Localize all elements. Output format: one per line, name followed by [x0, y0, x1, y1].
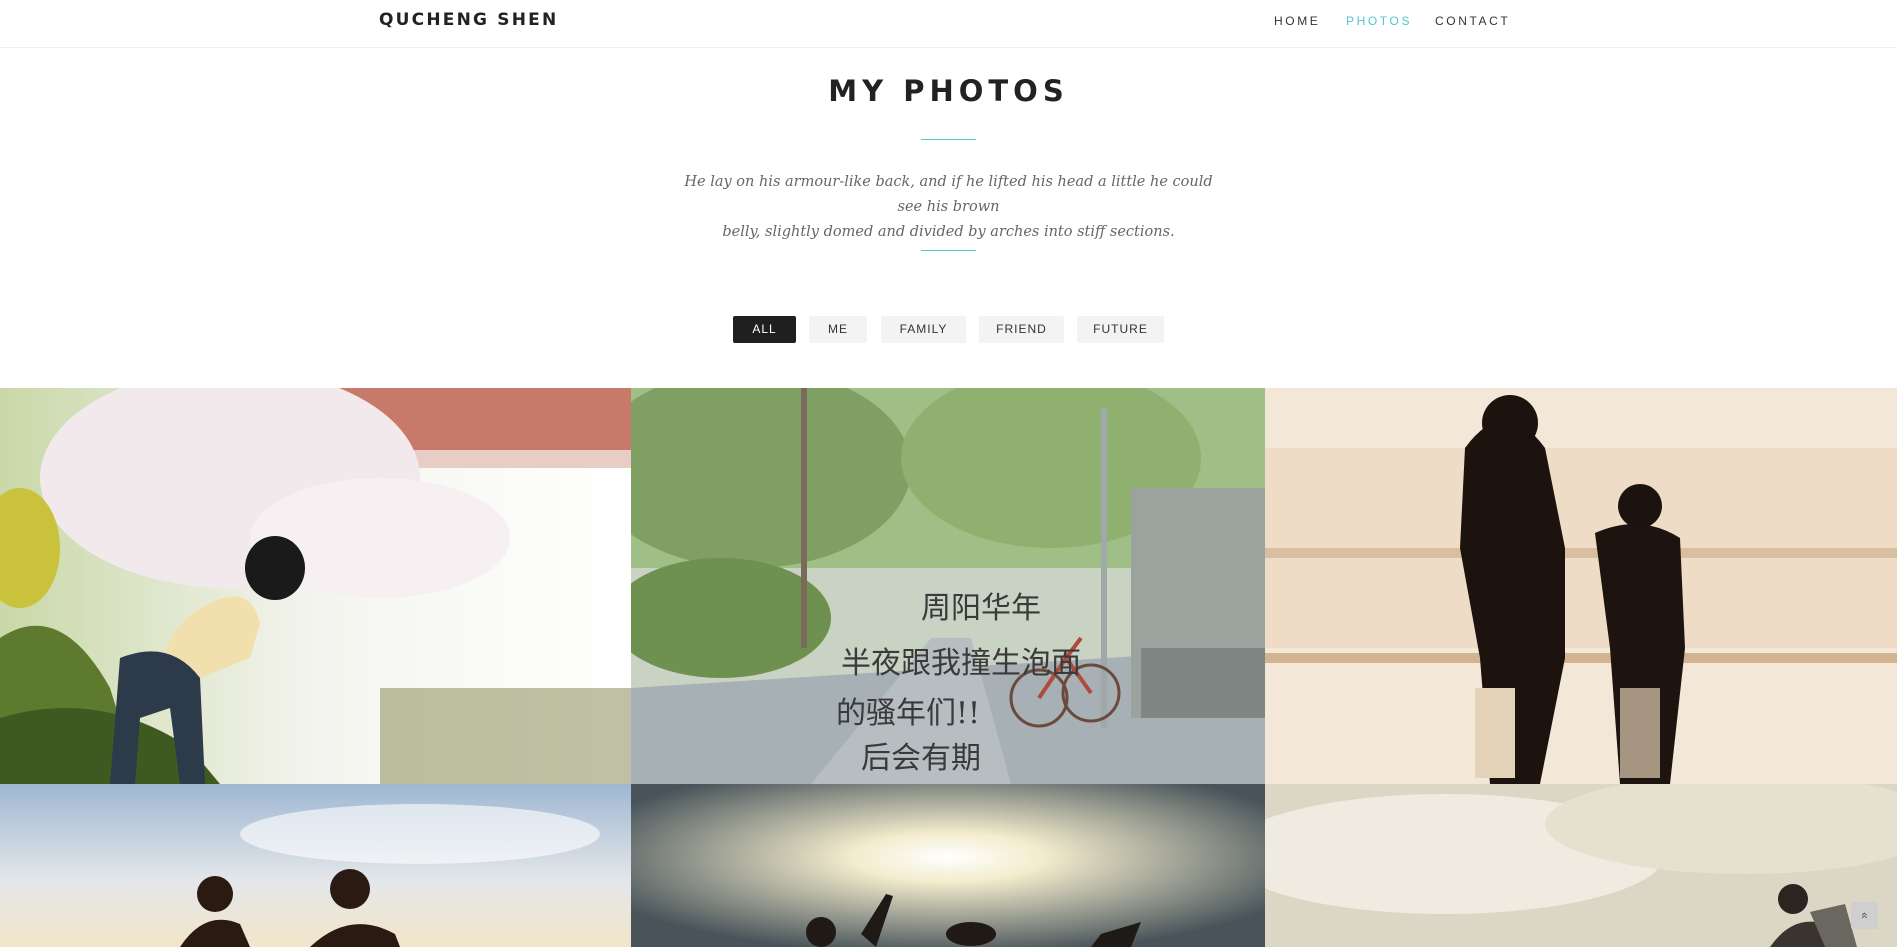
intro-line-1: He lay on his armour-like back, and if h…: [684, 174, 1213, 215]
photo-gallery: 周阳华年 半夜跟我撞生泡面 的骚年们!! 后会有期: [0, 388, 1897, 947]
nav-photos[interactable]: PHOTOS: [1346, 14, 1412, 28]
photo-caption-line-3: 的骚年们!!: [836, 696, 980, 731]
filter-all[interactable]: ALL: [733, 316, 796, 343]
nav-contact[interactable]: CONTACT: [1435, 14, 1510, 28]
title-divider-top: [921, 139, 976, 140]
scroll-to-top-button[interactable]: «: [1851, 902, 1878, 929]
filter-friend[interactable]: FRIEND: [979, 316, 1064, 343]
filter-me[interactable]: ME: [809, 316, 867, 343]
main-nav: HOME PHOTOS CONTACT: [0, 14, 1897, 34]
photo-filter-bar: ALL ME FAMILY FRIEND FUTURE: [0, 316, 1897, 343]
photo-caption-line-2: 半夜跟我撞生泡面: [841, 646, 1081, 681]
top-navbar: QUCHENG SHEN HOME PHOTOS CONTACT: [0, 0, 1897, 48]
photo-caption-line-1: 周阳华年: [921, 591, 1041, 626]
nav-home[interactable]: HOME: [1274, 14, 1320, 28]
filter-family[interactable]: FAMILY: [881, 316, 966, 343]
photo-child-cherry-blossoms[interactable]: [0, 388, 631, 784]
double-chevron-up-icon: «: [1858, 912, 1872, 919]
title-divider-bottom: [921, 250, 976, 251]
photo-silhouettes-sea[interactable]: [1265, 388, 1897, 784]
photo-street-bicycle[interactable]: 周阳华年 半夜跟我撞生泡面 的骚年们!! 后会有期: [631, 388, 1265, 784]
page-title: MY PHOTOS: [828, 74, 1069, 108]
photo-friends-sun[interactable]: [631, 784, 1265, 947]
filter-future[interactable]: FUTURE: [1077, 316, 1164, 343]
photo-caption-line-4: 后会有期: [861, 741, 981, 776]
photo-hiker-clouds[interactable]: [1265, 784, 1897, 947]
photo-couple-sunset[interactable]: [0, 784, 631, 947]
intro-line-2: belly, slightly domed and divided by arc…: [722, 224, 1175, 240]
intro-text: He lay on his armour-like back, and if h…: [670, 170, 1227, 245]
